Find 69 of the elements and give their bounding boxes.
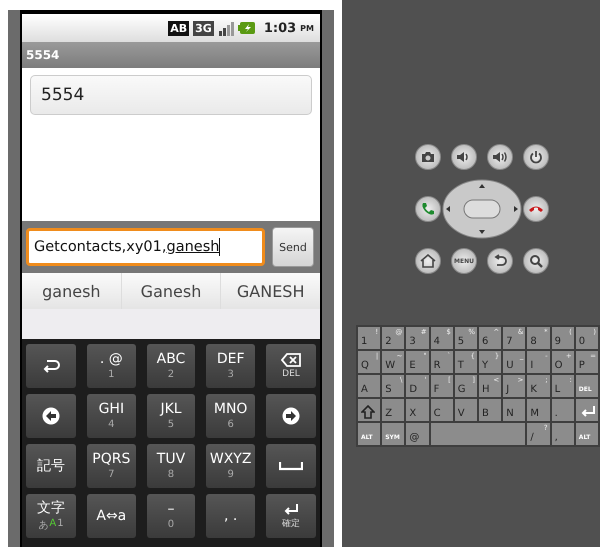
hardware-key[interactable]: C — [430, 399, 453, 421]
hardware-key[interactable]: M — [527, 399, 550, 421]
enter-icon — [282, 502, 300, 516]
hardware-key[interactable]: V — [454, 399, 477, 421]
delete-icon — [281, 352, 301, 366]
dpad-control[interactable] — [442, 179, 522, 239]
emulator-button[interactable] — [523, 248, 549, 274]
keyboard-key[interactable] — [26, 344, 76, 388]
phone-handset-icon — [420, 201, 436, 217]
keyboard-key[interactable]: GHI 4 — [87, 394, 136, 438]
hardware-key[interactable]: B — [479, 399, 502, 421]
keyboard-key[interactable]: PQRS 7 — [87, 444, 136, 488]
hardware-key[interactable]: A — [358, 375, 380, 397]
keyboard-key[interactable]: MNO 6 — [206, 394, 255, 438]
status-indicator: AB — [168, 20, 190, 36]
status-indicator: 3G — [193, 20, 214, 36]
power-icon — [529, 150, 543, 164]
keyboard-key[interactable] — [266, 394, 316, 438]
hardware-key[interactable]: X — [406, 399, 429, 421]
hardware-key[interactable]: . — [552, 399, 574, 421]
keyboard-key[interactable]: A⇔a — [87, 494, 136, 538]
keyboard-key[interactable]: JKL 5 — [146, 394, 196, 438]
volume-up-icon — [492, 151, 508, 163]
send-button[interactable]: Send — [272, 227, 314, 267]
space-icon — [279, 461, 303, 471]
hardware-key[interactable]: @ — [406, 423, 429, 445]
keyboard-key[interactable] — [26, 394, 76, 438]
back-arrow-icon — [492, 254, 508, 268]
mode-indicator: A — [49, 518, 56, 530]
keyboard-key[interactable]: WXYZ 9 — [206, 444, 255, 488]
keyboard-key[interactable]: DEL — [266, 344, 316, 388]
keyboard-key[interactable]: 記号 — [26, 444, 76, 488]
emulator-button[interactable] — [415, 248, 441, 274]
keyboard-key[interactable]: . @ 1 — [87, 344, 136, 388]
emulator-button[interactable] — [415, 144, 441, 170]
emulator-button[interactable] — [523, 144, 549, 170]
shift-icon — [361, 405, 375, 419]
keyboard-key[interactable]: DEF 3 — [206, 344, 255, 388]
keyboard-key[interactable]: , . — [206, 494, 255, 538]
hardware-key[interactable] — [576, 399, 598, 421]
clock-period: PM — [300, 24, 314, 32]
message-field[interactable]: Getcontacts,xy01,ganesh — [26, 228, 265, 266]
hardware-key[interactable] — [358, 399, 380, 421]
hardware-key[interactable]: Z — [382, 399, 404, 421]
emulator-button[interactable] — [523, 196, 549, 222]
keyboard-key[interactable]: ABC 2 — [146, 344, 196, 388]
conversation-title: 5554 — [26, 48, 60, 62]
keyboard-key[interactable] — [266, 444, 316, 488]
home-icon — [420, 254, 436, 268]
emulator-button[interactable] — [487, 248, 513, 274]
signal-icon — [218, 20, 234, 36]
emulator-button[interactable] — [487, 144, 513, 170]
mode-indicator: 1 — [57, 518, 64, 530]
hardware-key[interactable]: , — [552, 423, 574, 445]
camera-icon — [421, 151, 435, 163]
undo-arrow-icon — [41, 358, 61, 374]
mode-indicator: あ — [38, 518, 48, 532]
keyboard-key[interactable]: TUV 8 — [146, 444, 196, 488]
search-icon — [529, 254, 543, 268]
clock-time: 1:03 — [264, 20, 296, 36]
keyboard-key[interactable]: – 0 — [146, 494, 196, 538]
input-mode-key[interactable]: 文字 あA1 — [26, 494, 76, 538]
hardware-key[interactable]: N — [503, 399, 526, 421]
recipient-field[interactable]: 5554 — [30, 75, 312, 115]
emulator-button[interactable] — [451, 144, 477, 170]
battery-icon — [238, 21, 256, 35]
suggestion[interactable]: GANESH — [221, 273, 320, 309]
emulator-button[interactable] — [415, 196, 441, 222]
keyboard-key[interactable]: 確定 — [266, 494, 316, 538]
